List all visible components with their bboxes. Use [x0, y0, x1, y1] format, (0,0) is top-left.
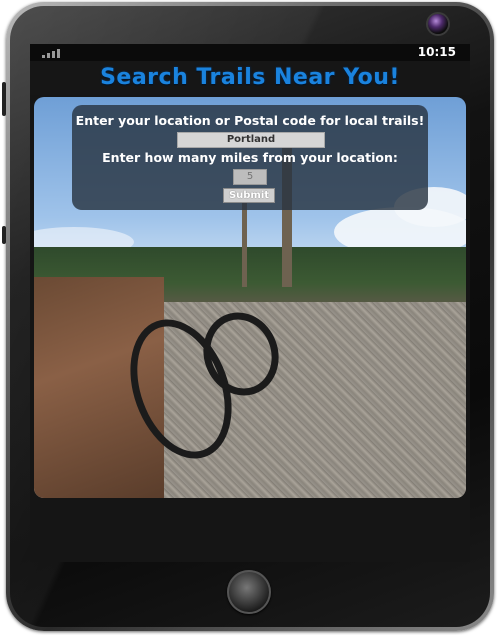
- submit-button[interactable]: Submit: [223, 188, 275, 203]
- trail-background-photo: Enter your location or Postal code for l…: [34, 97, 466, 498]
- status-bar: 10:15: [30, 44, 470, 61]
- signal-bars-icon: [42, 47, 60, 58]
- camera-icon: [428, 14, 448, 34]
- miles-input[interactable]: [233, 169, 267, 185]
- location-prompt: Enter your location or Postal code for l…: [75, 113, 425, 128]
- miles-prompt: Enter how many miles from your location:: [102, 150, 398, 165]
- power-button: [2, 226, 6, 244]
- location-input[interactable]: [177, 132, 325, 148]
- status-time: 10:15: [417, 45, 456, 59]
- header: Search Trails Near You!: [30, 61, 470, 95]
- home-button[interactable]: [227, 570, 271, 614]
- page-title: Search Trails Near You!: [100, 65, 400, 90]
- volume-button: [2, 82, 6, 116]
- search-form: Enter your location or Postal code for l…: [72, 105, 428, 210]
- screen: 10:15 Search Trails Near You! Enter your…: [30, 44, 470, 562]
